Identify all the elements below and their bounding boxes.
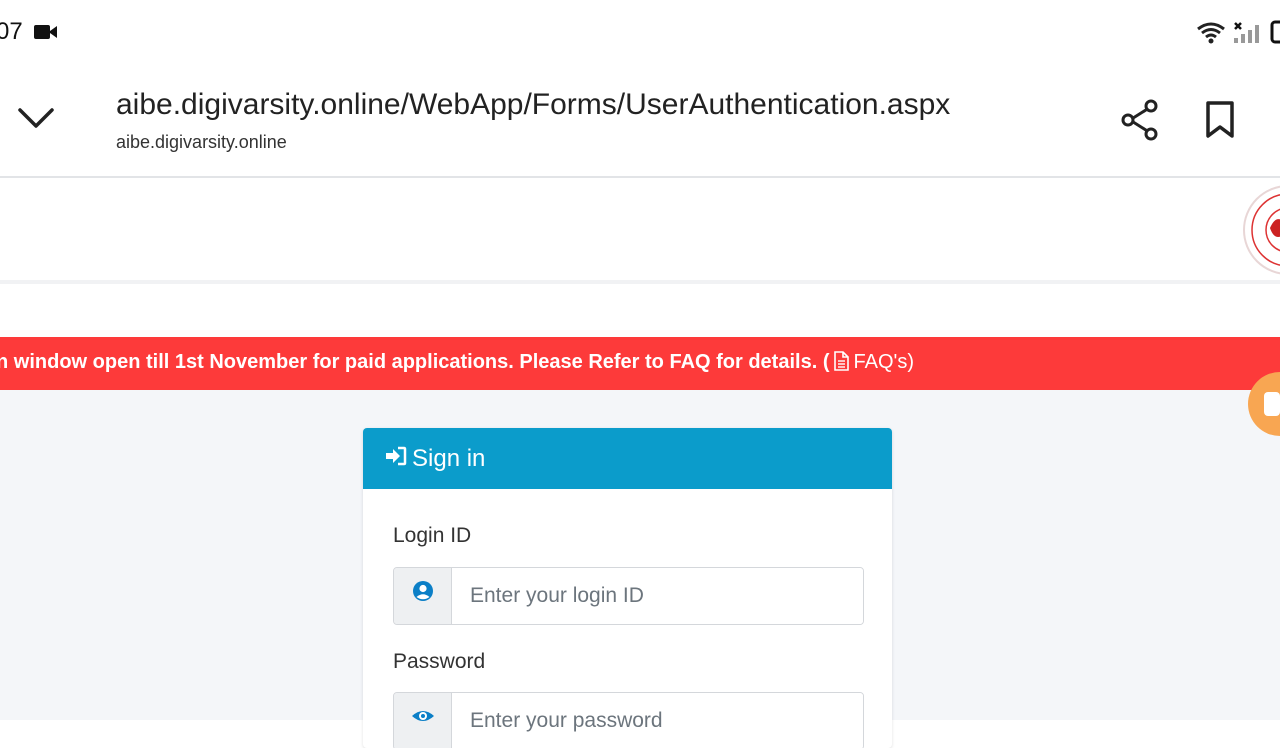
password-addon[interactable] xyxy=(394,693,452,748)
faq-link[interactable]: FAQ's) xyxy=(829,351,914,373)
document-icon xyxy=(832,351,850,377)
page-url[interactable]: aibe.digivarsity.online/WebApp/Forms/Use… xyxy=(116,88,950,122)
notice-marquee: n window open till 1st November for paid… xyxy=(0,337,1280,390)
share-icon[interactable] xyxy=(1118,98,1162,147)
notice-text-line: n window open till 1st November for paid… xyxy=(0,351,914,377)
login-id-label: Login ID xyxy=(393,524,472,547)
bar-council-seal-logo xyxy=(1242,184,1280,281)
signin-card-header: Sign in xyxy=(363,428,892,489)
signin-card: Sign in Login ID Password xyxy=(363,428,892,748)
header-spacer xyxy=(0,284,1280,336)
signin-title: Sign in xyxy=(412,444,486,472)
battery-icon xyxy=(1270,20,1280,49)
bookmark-icon[interactable] xyxy=(1204,100,1236,145)
login-id-group xyxy=(393,567,864,625)
eye-icon[interactable] xyxy=(411,705,435,732)
site-header xyxy=(0,178,1280,284)
status-bar: 07 xyxy=(0,0,1280,62)
wifi-icon xyxy=(1196,20,1226,49)
chevron-down-icon[interactable] xyxy=(16,104,56,137)
faq-link-label[interactable]: FAQ's) xyxy=(853,351,914,373)
video-icon xyxy=(34,23,58,46)
password-label: Password xyxy=(393,650,486,673)
login-id-addon xyxy=(394,568,452,624)
browser-url-bar: aibe.digivarsity.online/WebApp/Forms/Use… xyxy=(0,62,1280,178)
signal-icon xyxy=(1232,22,1262,49)
status-time: 07 xyxy=(0,18,23,45)
page-domain: aibe.digivarsity.online xyxy=(116,132,287,152)
sign-in-icon xyxy=(385,445,407,473)
password-input[interactable] xyxy=(452,693,863,748)
notice-text: n window open till 1st November for paid… xyxy=(0,351,830,373)
login-id-input[interactable] xyxy=(452,568,863,624)
user-circle-icon xyxy=(412,580,434,607)
password-group xyxy=(393,692,864,748)
